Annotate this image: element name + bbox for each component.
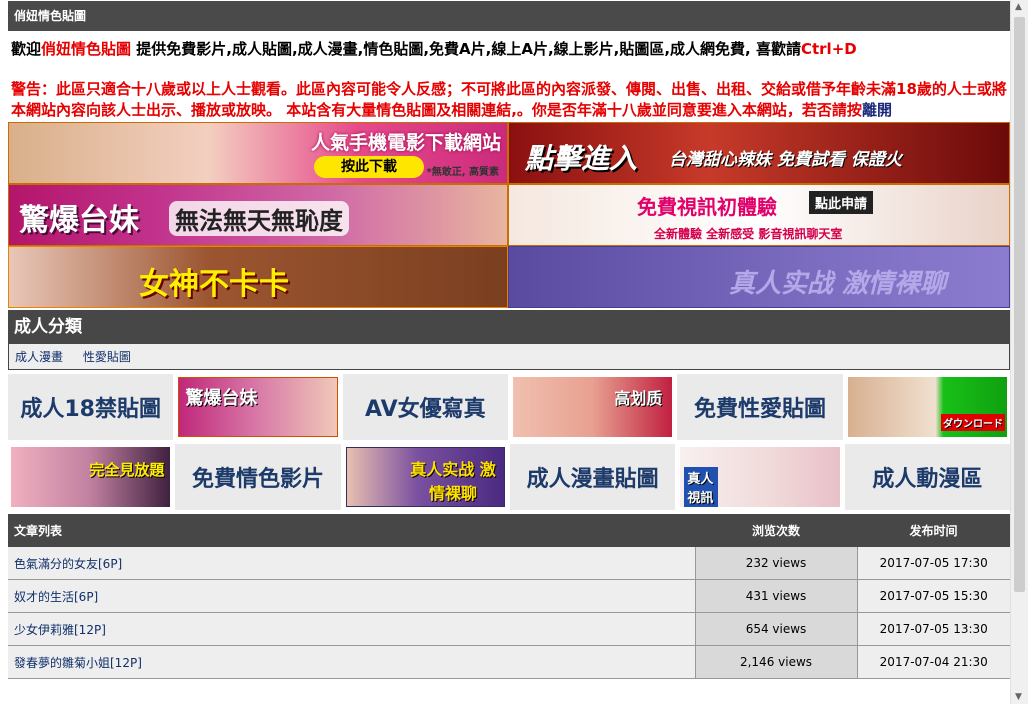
banner-title: 驚爆台妹	[19, 203, 139, 238]
column-header-title: 文章列表	[8, 514, 695, 547]
scroll-up-arrow-icon[interactable]: ▲	[1015, 2, 1022, 12]
category-tile-grid: 成人18禁貼圖 驚爆台妹 AV女優寫真 高划质 免費性愛貼圖 ダウンロード 完全…	[8, 374, 1010, 510]
ad-label: 真人 視訊	[684, 467, 719, 507]
banner-title: 女神不卡卡	[139, 267, 289, 302]
article-date: 2017-07-05 15:30	[857, 579, 1010, 613]
table-row: 色氣滿分的女友[6P] 232 views 2017-07-05 17:30	[8, 547, 1010, 580]
article-date: 2017-07-04 21:30	[857, 645, 1010, 679]
tile-ad-unlimited[interactable]: 完全見放題	[8, 444, 174, 510]
banner-click-enter[interactable]: 點擊進入 台灣甜心辣妹 免費試看 保證火	[508, 122, 1010, 184]
tile-adult-comics[interactable]: 成人漫畫貼圖	[509, 444, 676, 510]
table-header-row: 文章列表 浏览次数 发布时间	[8, 514, 1010, 547]
site-title-bar: 俏妞情色貼圖	[8, 1, 1010, 31]
scrollbar-thumb[interactable]	[1014, 17, 1025, 592]
column-header-views: 浏览次数	[695, 514, 857, 547]
tile-ad-live-chat[interactable]: 真人实战 激情裸聊	[342, 444, 508, 510]
tile-free-erotic-videos[interactable]: 免費情色影片	[175, 444, 341, 510]
banner-live-chat[interactable]: 真人实战 激情裸聊	[508, 246, 1010, 308]
banner-sub: 台灣甜心辣妹 免費試看 保證火	[669, 150, 902, 170]
article-title-link[interactable]: 色氣滿分的女友[6P]	[8, 547, 696, 580]
leave-link[interactable]: 離開	[862, 101, 892, 119]
category-heading-text: 成人分類	[14, 317, 82, 337]
ad-image: ダウンロード	[847, 377, 1007, 437]
age-warning-text: 警告：此區只適合十八歲或以上人士觀看。此區內容可能令人反感；不可將此區的內容派發…	[11, 80, 1007, 119]
banner-taiwan-girls[interactable]: 驚爆台妹 無法無天無恥度	[8, 184, 508, 246]
banner-mobile-movie-download[interactable]: 人氣手機電影下載網站 按此下載 *無敢正, 高質素	[8, 122, 508, 184]
ad-image: 真人实战 激情裸聊	[345, 447, 505, 507]
banner-note: *無敢正, 高質素	[426, 167, 499, 178]
article-views: 2,146 views	[695, 645, 858, 679]
article-views: 232 views	[695, 547, 858, 580]
ad-label: 驚爆台妹	[185, 388, 258, 409]
ad-image: 真人 視訊	[680, 447, 840, 507]
article-views: 654 views	[695, 612, 858, 646]
article-title-link[interactable]: 奴才的生活[6P]	[8, 579, 696, 613]
tile-ad-download[interactable]: ダウンロード	[844, 374, 1010, 440]
category-heading: 成人分類	[8, 310, 1010, 344]
welcome-line: 歡迎俏妞情色貼圖 提供免費影片,成人貼圖,成人漫畫,情色貼圖,免費A片,線上A片…	[11, 37, 1010, 61]
apply-button[interactable]: 點此申請	[809, 191, 874, 214]
vertical-scrollbar[interactable]: ▲ ▼	[1010, 0, 1028, 704]
tile-ad-hd[interactable]: 高划质	[509, 374, 676, 440]
tile-adult-anime[interactable]: 成人動漫區	[844, 444, 1010, 510]
ad-image: 完全見放題	[11, 447, 171, 507]
article-title-link[interactable]: 發春夢的雛菊小姐[12P]	[8, 645, 696, 679]
article-title-link[interactable]: 少女伊莉雅[12P]	[8, 612, 696, 646]
banner-title: 免費視訊初體驗	[637, 195, 777, 219]
ad-label: 完全見放題	[89, 461, 165, 479]
banner-goddess[interactable]: 女神不卡卡	[8, 246, 508, 308]
category-links: 成人漫畫 性愛貼圖	[8, 344, 1010, 370]
download-button[interactable]: 按此下載	[314, 156, 424, 178]
banner-title: 點擊進入	[525, 142, 638, 175]
tile-adult-18-pics[interactable]: 成人18禁貼圖	[8, 374, 174, 440]
banner-sub: 全新體驗 全新感受 影音視訊聊天室	[654, 227, 843, 241]
banner-grid: 人氣手機電影下載網站 按此下載 *無敢正, 高質素 點擊進入 台灣甜心辣妹 免費…	[8, 122, 1010, 308]
tile-ad-taiwan-girl[interactable]: 驚爆台妹	[175, 374, 341, 440]
column-header-date: 发布时间	[857, 514, 1010, 547]
age-warning: 警告：此區只適合十八歲或以上人士觀看。此區內容可能令人反感；不可將此區的內容派發…	[11, 79, 1007, 121]
banner-sub: 無法無天無恥度	[169, 201, 349, 236]
bookmark-shortcut: Ctrl+D	[800, 40, 857, 58]
welcome-prefix: 歡迎	[11, 40, 42, 58]
tile-ad-webcam[interactable]: 真人 視訊	[677, 444, 843, 510]
article-table: 文章列表 浏览次数 发布时间 色氣滿分的女友[6P] 232 views 201…	[8, 514, 1010, 679]
ad-label: 真人实战 激情裸聊	[410, 460, 496, 503]
ad-image: 高划质	[512, 377, 673, 437]
welcome-body: 提供免費影片,成人貼圖,成人漫畫,情色貼圖,免費A片,線上A片,線上影片,貼圖區…	[131, 40, 801, 58]
article-views: 431 views	[695, 579, 858, 613]
ad-label: ダウンロード	[940, 414, 1005, 431]
page: 俏妞情色貼圖 歡迎俏妞情色貼圖 提供免費影片,成人貼圖,成人漫畫,情色貼圖,免費…	[8, 0, 1010, 679]
category-link-comics[interactable]: 成人漫畫	[15, 350, 63, 364]
ad-image: 驚爆台妹	[178, 377, 338, 437]
article-date: 2017-07-05 13:30	[857, 612, 1010, 646]
scroll-down-arrow-icon[interactable]: ▼	[1015, 692, 1022, 702]
article-date: 2017-07-05 17:30	[857, 547, 1010, 580]
welcome-site-name: 俏妞情色貼圖	[41, 40, 132, 58]
tile-av-actress[interactable]: AV女優寫真	[342, 374, 508, 440]
banner-title: 真人实战 激情裸聊	[729, 269, 947, 299]
tile-free-sex-pics[interactable]: 免費性愛貼圖	[677, 374, 843, 440]
banner-title: 人氣手機電影下載網站	[310, 132, 501, 154]
site-title[interactable]: 俏妞情色貼圖	[14, 9, 86, 23]
ad-label: 高划质	[614, 389, 663, 408]
table-row: 奴才的生活[6P] 431 views 2017-07-05 15:30	[8, 579, 1010, 613]
category-link-sex-pics[interactable]: 性愛貼圖	[83, 350, 131, 364]
banner-free-video-chat[interactable]: 免費視訊初體驗 點此申請 全新體驗 全新感受 影音視訊聊天室	[508, 184, 1010, 246]
table-row: 少女伊莉雅[12P] 654 views 2017-07-05 13:30	[8, 612, 1010, 646]
table-row: 發春夢的雛菊小姐[12P] 2,146 views 2017-07-04 21:…	[8, 645, 1010, 679]
